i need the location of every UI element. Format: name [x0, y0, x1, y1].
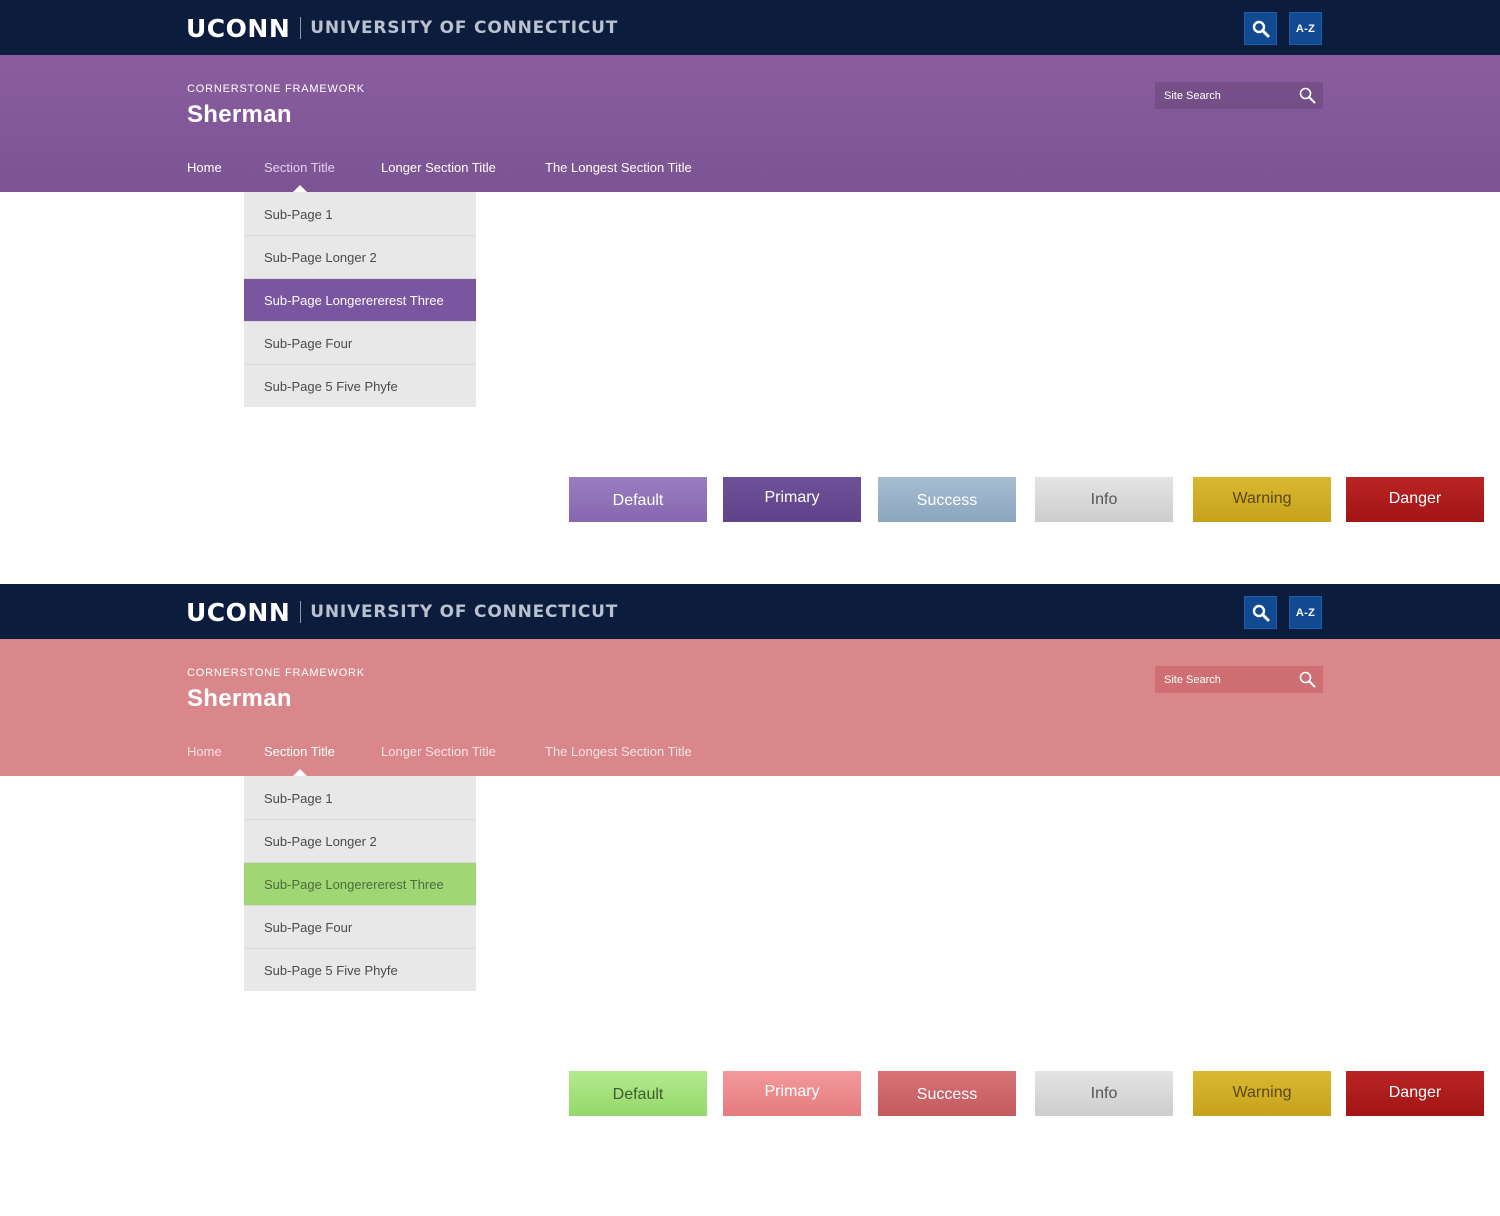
info-button[interactable]: Info — [1035, 477, 1173, 522]
search-icon — [1252, 604, 1269, 621]
dropdown-item[interactable]: Sub-Page 1 — [244, 776, 476, 820]
button-row: Default Primary Success Info Warning Dan… — [0, 1071, 1500, 1116]
site-header: CORNERSTONE FRAMEWORK Sherman Site Searc… — [0, 639, 1500, 776]
university-name: UNIVERSITY OF CONNECTICUT — [310, 602, 619, 622]
a-z-index-button[interactable]: A-Z — [1289, 12, 1322, 45]
uconn-top-bar: UCONN UNIVERSITY OF CONNECTICUT A-Z — [0, 0, 1500, 55]
a-z-index-button[interactable]: A-Z — [1289, 596, 1322, 629]
primary-button[interactable]: Primary — [723, 1071, 861, 1116]
uconn-search-button[interactable] — [1244, 12, 1277, 45]
dropdown-item[interactable]: Sub-Page Four — [244, 906, 476, 949]
success-button[interactable]: Success — [878, 477, 1016, 522]
dropdown-item[interactable]: Sub-Page Longer 2 — [244, 820, 476, 863]
site-header: CORNERSTONE FRAMEWORK Sherman Site Searc… — [0, 55, 1500, 192]
warning-button[interactable]: Warning — [1193, 477, 1331, 522]
default-button[interactable]: Default — [569, 477, 707, 522]
site-overline: CORNERSTONE FRAMEWORK — [187, 83, 365, 95]
uconn-logo[interactable]: UCONN UNIVERSITY OF CONNECTICUT — [186, 597, 619, 627]
logo-wordmark: UCONN — [186, 597, 291, 627]
uconn-top-bar: UCONN UNIVERSITY OF CONNECTICUT A-Z — [0, 584, 1500, 639]
site-search-placeholder: Site Search — [1164, 673, 1221, 686]
search-icon — [1252, 20, 1269, 37]
nav-item-longest-section-title[interactable]: The Longest Section Title — [545, 744, 692, 759]
search-icon[interactable] — [1299, 671, 1316, 688]
logo-wordmark: UCONN — [186, 13, 291, 43]
primary-button[interactable]: Primary — [723, 477, 861, 522]
university-name: UNIVERSITY OF CONNECTICUT — [310, 18, 619, 38]
dropdown-item[interactable]: Sub-Page 5 Five Phyfe — [244, 365, 476, 407]
site-title[interactable]: Sherman — [187, 101, 292, 129]
dropdown-item[interactable]: Sub-Page 5 Five Phyfe — [244, 949, 476, 991]
nav-item-longest-section-title[interactable]: The Longest Section Title — [545, 160, 692, 175]
nav-item-section-title[interactable]: Section Title — [264, 160, 335, 175]
dropdown-item-highlighted[interactable]: Sub-Page Longerererest Three — [244, 863, 476, 906]
default-button[interactable]: Default — [569, 1071, 707, 1116]
danger-button[interactable]: Danger — [1346, 477, 1484, 522]
danger-button[interactable]: Danger — [1346, 1071, 1484, 1116]
nav-item-longer-section-title[interactable]: Longer Section Title — [381, 160, 496, 175]
dropdown-item[interactable]: Sub-Page Four — [244, 322, 476, 365]
nav-item-home[interactable]: Home — [187, 744, 222, 759]
logo-divider — [300, 601, 302, 623]
dropdown-item[interactable]: Sub-Page 1 — [244, 192, 476, 236]
button-row: Default Primary Success Info Warning Dan… — [0, 477, 1500, 522]
section-dropdown: Sub-Page 1 Sub-Page Longer 2 Sub-Page Lo… — [244, 192, 476, 407]
dropdown-item[interactable]: Sub-Page Longer 2 — [244, 236, 476, 279]
site-search-input[interactable]: Site Search — [1155, 666, 1323, 693]
nav-item-section-title[interactable]: Section Title — [264, 744, 335, 759]
nav-item-longer-section-title[interactable]: Longer Section Title — [381, 744, 496, 759]
logo-divider — [300, 17, 302, 39]
site-search-placeholder: Site Search — [1164, 89, 1221, 102]
site-search-input[interactable]: Site Search — [1155, 82, 1323, 109]
search-icon[interactable] — [1299, 87, 1316, 104]
info-button[interactable]: Info — [1035, 1071, 1173, 1116]
site-overline: CORNERSTONE FRAMEWORK — [187, 667, 365, 679]
active-nav-caret — [293, 185, 307, 192]
theme-variant-purple: UCONN UNIVERSITY OF CONNECTICUT A-Z CORN… — [0, 0, 1500, 584]
uconn-search-button[interactable] — [1244, 596, 1277, 629]
site-title[interactable]: Sherman — [187, 685, 292, 713]
warning-button[interactable]: Warning — [1193, 1071, 1331, 1116]
theme-variant-pink: UCONN UNIVERSITY OF CONNECTICUT A-Z CORN… — [0, 584, 1500, 1216]
uconn-logo[interactable]: UCONN UNIVERSITY OF CONNECTICUT — [186, 13, 619, 43]
nav-item-home[interactable]: Home — [187, 160, 222, 175]
success-button[interactable]: Success — [878, 1071, 1016, 1116]
dropdown-item-highlighted[interactable]: Sub-Page Longerererest Three — [244, 279, 476, 322]
section-dropdown: Sub-Page 1 Sub-Page Longer 2 Sub-Page Lo… — [244, 776, 476, 991]
active-nav-caret — [293, 769, 307, 776]
